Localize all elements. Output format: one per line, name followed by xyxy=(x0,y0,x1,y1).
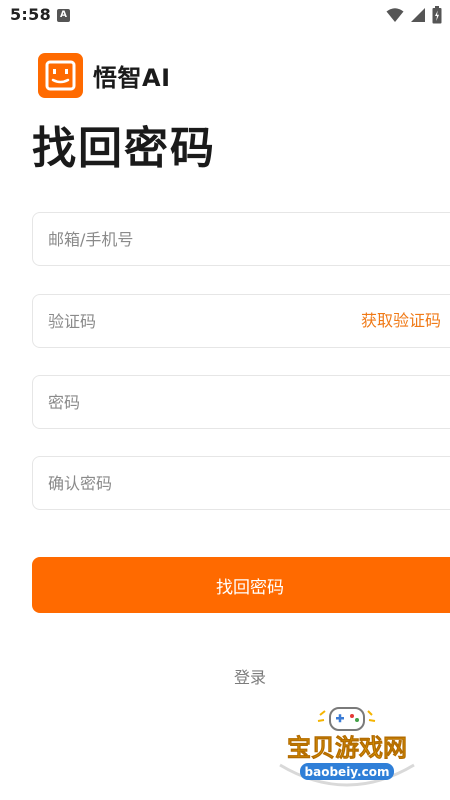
app-name: 悟智AI xyxy=(93,64,171,92)
page-title: 找回密码 xyxy=(32,123,216,174)
status-icons xyxy=(386,6,442,24)
watermark: 宝贝游戏网 baobeiy.com xyxy=(272,705,422,800)
password-field[interactable] xyxy=(32,375,450,429)
verification-code-field[interactable]: 获取验证码 xyxy=(32,294,450,348)
status-time: 5:58 xyxy=(10,5,51,24)
gamepad-icon xyxy=(329,707,365,731)
get-code-button[interactable]: 获取验证码 xyxy=(361,295,441,347)
watermark-badge: 宝贝游戏网 baobeiy.com xyxy=(279,707,415,787)
account-input[interactable] xyxy=(48,213,348,265)
app-logo: 悟智AI xyxy=(38,53,171,98)
password-input[interactable] xyxy=(48,376,348,428)
wifi-icon xyxy=(386,8,404,22)
confirm-password-field[interactable] xyxy=(32,456,450,510)
watermark-url: baobeiy.com xyxy=(305,765,390,779)
watermark-title: 宝贝游戏网 xyxy=(287,734,407,762)
submit-button[interactable]: 找回密码 xyxy=(32,557,450,613)
battery-icon xyxy=(432,6,442,24)
status-bar: 5:58 A xyxy=(0,0,450,30)
screen: 5:58 A 悟智AI 找回密码 邮箱/手机号 验证码 获取验证码 找回密码 登… xyxy=(0,0,450,800)
verification-code-input[interactable] xyxy=(48,295,348,347)
login-link[interactable]: 登录 xyxy=(0,664,450,688)
cellular-signal-icon xyxy=(411,8,425,22)
notification-app-icon: A xyxy=(57,9,70,22)
account-field[interactable] xyxy=(32,212,450,266)
logo-robot-icon xyxy=(38,53,83,98)
confirm-password-input[interactable] xyxy=(48,457,348,509)
